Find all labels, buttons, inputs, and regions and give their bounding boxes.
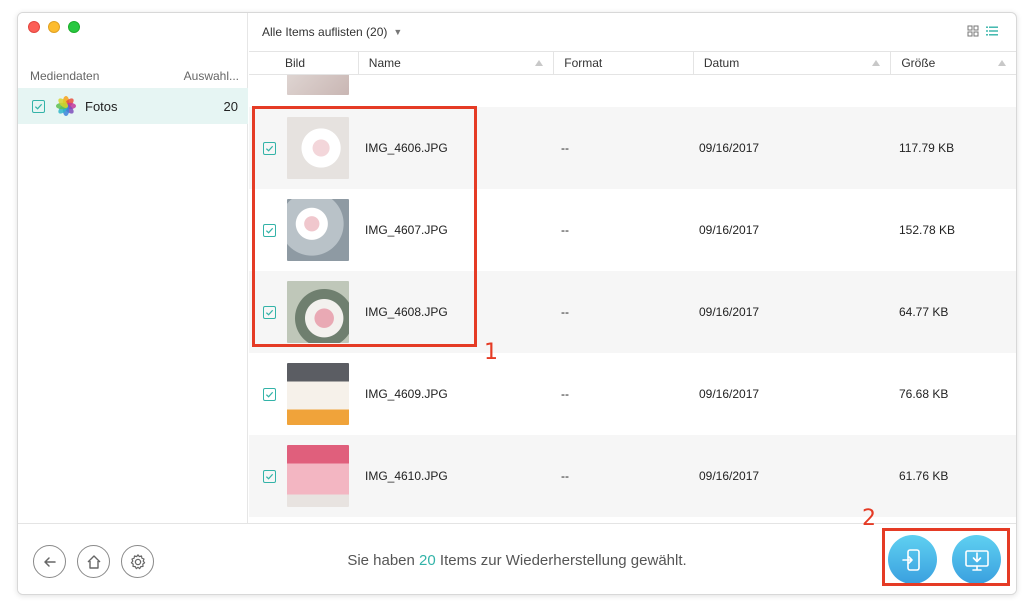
row-format: --: [561, 305, 569, 319]
list-view-icon[interactable]: [986, 25, 998, 37]
sort-arrow-icon: [998, 60, 1006, 66]
table-header: Bild Name Format Datum Größe: [249, 51, 1016, 75]
sidebar-item-checkbox[interactable]: [32, 99, 45, 113]
column-label: Format: [564, 56, 603, 70]
sidebar-item-photos[interactable]: Fotos 20: [18, 88, 248, 124]
chevron-down-icon: ▼: [393, 27, 403, 37]
grid-view-icon[interactable]: [967, 25, 979, 37]
sort-arrow-icon: [535, 60, 544, 66]
column-header-format[interactable]: Format: [554, 52, 694, 74]
check-icon: [265, 473, 273, 480]
row-size: 152.78 KB: [899, 223, 956, 237]
sidebar-header-title: Mediendaten: [30, 69, 100, 83]
sidebar-item-count: 20: [223, 98, 238, 114]
row-date: 09/16/2017: [699, 141, 760, 155]
table-row-partial: [249, 75, 1016, 105]
close-window-button[interactable]: [28, 21, 40, 33]
column-header-date[interactable]: Datum: [694, 52, 892, 74]
row-format: --: [561, 387, 569, 401]
annotation-number-1: 1: [484, 340, 498, 365]
annotation-box-1: [252, 106, 477, 347]
photos-app-icon: [56, 96, 76, 116]
row-checkbox[interactable]: [262, 469, 276, 483]
column-header-image[interactable]: Bild: [249, 52, 359, 74]
sort-arrow-icon: [872, 60, 881, 66]
window-controls: [28, 21, 80, 33]
row-size: 117.79 KB: [899, 141, 955, 155]
sidebar: Mediendaten Auswahl... Fotos 20: [18, 13, 248, 523]
photo-thumbnail: [287, 445, 349, 507]
row-format: --: [561, 141, 569, 155]
row-date: 09/16/2017: [699, 469, 760, 483]
row-size: 64.77 KB: [899, 305, 949, 319]
column-label: Größe: [901, 56, 936, 70]
list-filter-label: Alle Items auflisten (20): [262, 25, 388, 39]
photo-thumbnail: [287, 75, 349, 95]
row-size: 76.68 KB: [899, 387, 949, 401]
table-row[interactable]: IMG_4610.JPG -- 09/16/2017 61.76 KB: [249, 435, 1016, 517]
row-name: IMG_4610.JPG: [365, 469, 448, 483]
row-date: 09/16/2017: [699, 305, 760, 319]
table-row[interactable]: IMG_4609.JPG -- 09/16/2017 76.68 KB: [249, 353, 1016, 435]
status-count: 20: [419, 552, 436, 569]
view-toggles: [967, 25, 998, 37]
row-format: --: [561, 223, 569, 237]
annotation-number-2: 2: [862, 506, 876, 531]
column-label: Datum: [703, 56, 740, 70]
row-size: 61.76 KB: [899, 469, 949, 483]
minimize-window-button[interactable]: [48, 21, 60, 33]
check-icon: [265, 391, 273, 398]
bottom-bar: Sie haben 20 Items zur Wiederherstellung…: [18, 523, 1016, 594]
status-prefix: Sie haben: [347, 552, 420, 569]
column-header-name[interactable]: Name: [359, 52, 555, 74]
selection-status: Sie haben 20 Items zur Wiederherstellung…: [18, 552, 1016, 569]
row-date: 09/16/2017: [699, 223, 760, 237]
column-label: Bild: [285, 56, 306, 70]
annotation-box-2: [882, 528, 1010, 586]
sidebar-header: Mediendaten Auswahl...: [30, 69, 239, 83]
column-header-size[interactable]: Größe: [891, 52, 1016, 74]
row-checkbox[interactable]: [262, 387, 276, 401]
zoom-window-button[interactable]: [68, 21, 80, 33]
row-name: IMG_4609.JPG: [365, 387, 448, 401]
status-suffix: Items zur Wiederherstellung gewählt.: [435, 552, 687, 569]
sidebar-header-select[interactable]: Auswahl...: [184, 69, 239, 83]
sidebar-item-label: Fotos: [85, 98, 118, 114]
row-format: --: [561, 469, 569, 483]
row-date: 09/16/2017: [699, 387, 760, 401]
photo-thumbnail: [287, 363, 349, 425]
check-icon: [34, 103, 43, 110]
list-filter[interactable]: Alle Items auflisten (20) ▼: [249, 13, 1016, 51]
column-label: Name: [368, 56, 401, 70]
